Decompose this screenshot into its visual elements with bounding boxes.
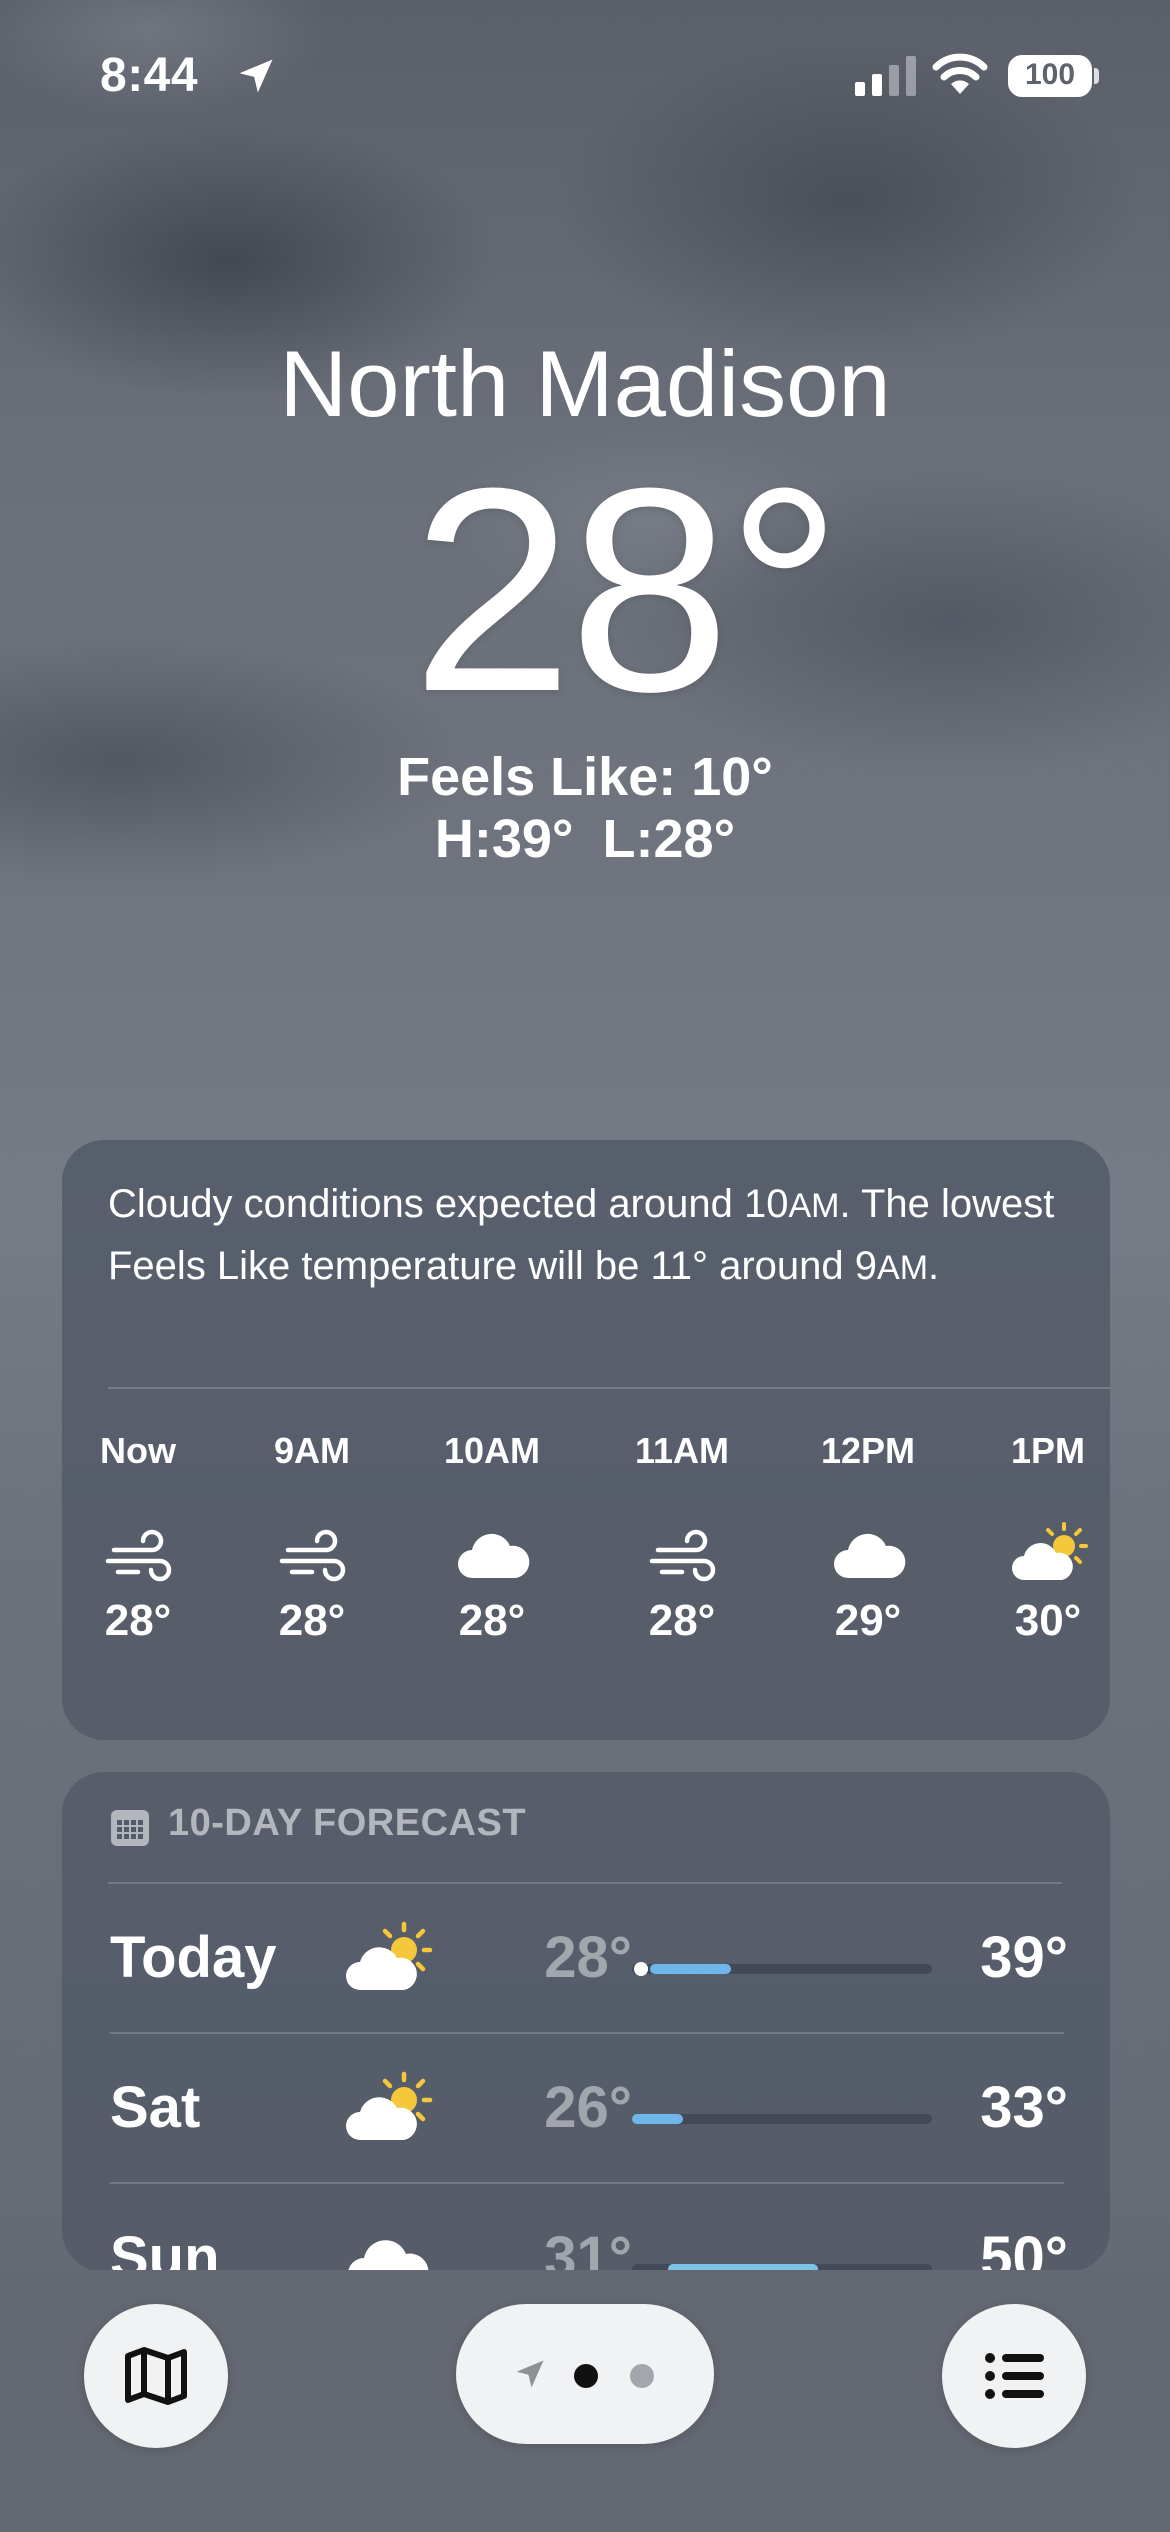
location-arrow-icon	[239, 59, 273, 93]
temperature-range-fill	[632, 2114, 683, 2124]
hourly-forecast-card[interactable]: Cloudy conditions expected around 10AM. …	[62, 1140, 1110, 1740]
hour-item[interactable]: Now 28°	[62, 1420, 218, 1720]
wind-icon	[279, 1529, 346, 1582]
summary-text: AM	[788, 1187, 840, 1225]
forecast-day: Sat	[110, 2075, 201, 2140]
temperature-range-fill	[650, 1964, 731, 1974]
hour-item[interactable]: 1PM 30°	[968, 1420, 1110, 1720]
hour-item[interactable]: 11AM 28°	[602, 1420, 762, 1720]
forecast-high: 33°	[980, 2075, 1068, 2140]
wifi-icon	[932, 53, 988, 94]
list-icon	[985, 2353, 1044, 2399]
location-arrow-icon	[516, 2360, 544, 2388]
divider	[108, 1387, 1110, 1389]
map-button[interactable]	[84, 2304, 228, 2448]
forecast-low: 28°	[544, 1925, 632, 1990]
feels-like: Feels Like: 10°	[397, 747, 773, 807]
forecast-high: 50°	[980, 2225, 1068, 2272]
temperature-range-bar	[632, 1962, 932, 1976]
cloud-icon	[834, 1533, 906, 1578]
hour-label: 9AM	[273, 1430, 350, 1471]
hour-temp: 28°	[104, 1596, 172, 1645]
hour-temp: 28°	[458, 1596, 526, 1645]
cellular-signal-icon	[855, 56, 916, 96]
battery-icon: 100	[1008, 55, 1092, 97]
partly-sunny-icon	[1012, 1522, 1088, 1580]
partly-sunny-icon	[346, 1921, 433, 1990]
wind-icon	[105, 1529, 172, 1582]
forecast-low: 26°	[544, 2075, 632, 2140]
summary-text: .	[928, 1244, 940, 1288]
cloud-icon	[458, 1533, 530, 1578]
hour-item[interactable]: 10AM 28°	[412, 1420, 572, 1720]
summary-text: Cloudy conditions expected around 10	[108, 1182, 789, 1226]
page-indicator[interactable]	[456, 2304, 714, 2444]
hour-label: 1PM	[1010, 1430, 1086, 1471]
calendar-icon	[111, 1810, 149, 1846]
forecast-high: 39°	[980, 1925, 1068, 1990]
high-low: H:39° L:28°	[434, 809, 736, 869]
status-bar: 8:44 100	[0, 0, 1170, 150]
list-button[interactable]	[942, 2304, 1086, 2448]
hourly-summary: Cloudy conditions expected around 10AM. …	[108, 1174, 1068, 1298]
page-dot-active	[574, 2364, 598, 2388]
summary-text: AM	[877, 1249, 929, 1287]
hour-label: 12PM	[820, 1430, 916, 1471]
hour-label: Now	[100, 1430, 176, 1471]
ten-day-forecast-card[interactable]: 10-DAY FORECAST Today 28° 39° Sat 26° 33…	[62, 1772, 1110, 2272]
hour-temp: 29°	[834, 1596, 902, 1645]
hour-label: 10AM	[443, 1430, 541, 1471]
hour-item[interactable]: 12PM 29°	[788, 1420, 948, 1720]
hour-temp: 30°	[1014, 1596, 1082, 1645]
hour-temp: 28°	[278, 1596, 346, 1645]
forecast-row[interactable]: Sun 31° 50°	[62, 2184, 1110, 2272]
city-name: North Madison	[279, 331, 891, 436]
battery-cap	[1094, 68, 1099, 84]
forecast-day: Today	[110, 1925, 277, 1990]
hour-item[interactable]: 9AM 28°	[232, 1420, 392, 1720]
forecast-header: 10-DAY FORECAST	[168, 1802, 527, 1844]
forecast-low: 31°	[544, 2225, 632, 2272]
forecast-day: Sun	[110, 2225, 220, 2272]
forecast-row[interactable]: Today 28° 39°	[62, 1884, 1110, 2034]
map-icon	[125, 2347, 187, 2405]
wind-icon	[649, 1529, 716, 1582]
temperature-range-bar	[632, 2114, 932, 2124]
hour-label: 11AM	[634, 1430, 730, 1471]
current-temperature: 28°	[411, 428, 843, 752]
partly-sunny-icon	[346, 2071, 433, 2140]
forecast-row[interactable]: Sat 26° 33°	[62, 2034, 1110, 2184]
page-dot	[630, 2364, 654, 2388]
cloud-icon	[348, 2240, 429, 2272]
current-temp-dot	[634, 1962, 648, 1976]
hour-temp: 28°	[648, 1596, 716, 1645]
battery-level: 100	[1024, 58, 1076, 91]
status-time: 8:44	[100, 49, 199, 102]
